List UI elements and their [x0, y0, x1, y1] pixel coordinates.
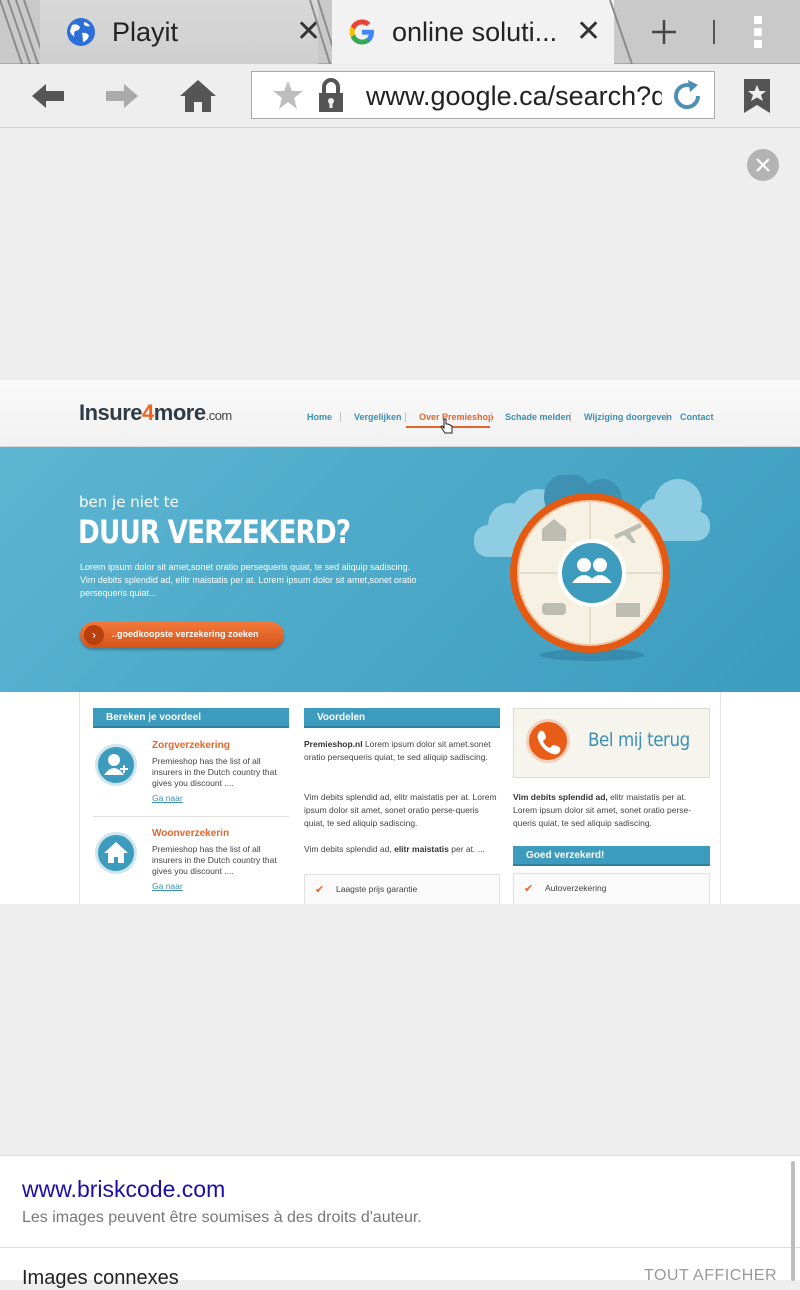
close-viewer-button[interactable] — [747, 149, 779, 181]
service-link-zorg: Ga naar — [152, 793, 183, 803]
nav-separator — [666, 412, 667, 422]
cta-label: ..goedkoopste verzekering zoeken — [112, 629, 259, 639]
hero-subtitle: ben je niet te — [79, 493, 179, 511]
site-logo: Insure4more.com — [79, 400, 232, 425]
show-all-button[interactable]: TOUT AFFICHER — [644, 1267, 777, 1285]
nav-vergelijken: Vergelijken — [354, 412, 402, 422]
tab-title-online-solutions: online soluti... — [392, 17, 558, 47]
service-link-woon: Ga naar — [152, 881, 183, 891]
insurance-wheel-illustration — [474, 475, 710, 661]
tab-separator-right — [609, 0, 633, 64]
col3-check-label: Autoverzekering — [545, 883, 607, 893]
close-icon — [756, 158, 770, 172]
url-text[interactable]: www.google.ca/search?q — [366, 81, 662, 112]
nav-over-premieshop: Over Premieshop — [419, 412, 494, 422]
phone-icon — [526, 719, 570, 763]
site-header: Insure4more.com Home Vergelijken Over Pr… — [0, 380, 800, 447]
google-icon — [349, 19, 374, 45]
callback-label: Bel mij terug — [588, 729, 690, 751]
globe-icon — [67, 18, 95, 46]
related-images-label: Images connexes — [22, 1267, 179, 1289]
col2-check-label: Laagste prijs garantie — [336, 884, 418, 894]
nav-separator — [570, 412, 571, 422]
source-link[interactable]: www.briskcode.com — [22, 1176, 225, 1203]
hero-banner: ben je niet te DUUR VERZEKERD? Lorem ips… — [0, 447, 800, 692]
col2-check-item: ✔ Laagste prijs garantie — [304, 874, 500, 904]
checkmark-icon: ✔ — [524, 883, 534, 895]
forward-icon[interactable] — [102, 76, 142, 116]
callback-box: Bel mij terug — [513, 708, 710, 778]
sheet-divider — [0, 1247, 800, 1248]
nav-schade-melden: Schade melden — [505, 412, 572, 422]
col3-paragraph: Vim debits splendid ad, elitr maistatis … — [513, 792, 692, 828]
hero-body: Lorem ipsum dolor sit amet,sonet oratio … — [80, 562, 417, 598]
home-icon[interactable] — [178, 76, 218, 116]
reload-icon[interactable] — [670, 79, 704, 113]
add-user-icon — [95, 744, 137, 786]
nav-wijziging-doorgeven: Wijziging doorgeven — [584, 412, 672, 422]
browser-toolbar: www.google.ca/search?q — [0, 64, 800, 128]
col2-paragraph-1: Premieshop.nl Lorem ipsum dolor sit amet… — [304, 739, 491, 762]
hand-cursor-icon — [440, 418, 453, 434]
star-icon[interactable] — [272, 79, 304, 111]
lock-icon — [319, 78, 343, 112]
tab-title-playit: Playit — [112, 17, 179, 47]
col2-paragraph-3: Vim debits splendid ad, elitr maistatis … — [304, 844, 485, 854]
copyright-note: Les images peuvent être soumises à des d… — [22, 1209, 422, 1226]
scrollbar[interactable] — [791, 1161, 795, 1281]
service-title-zorg: Zorgverzekering — [152, 740, 230, 751]
col3-heading: Goed verzekerd! — [513, 846, 710, 866]
site-content: Bereken je voordeel Zorgverzekering Prem… — [79, 692, 721, 904]
tab-close-online-solutions-icon[interactable]: ✕ — [576, 17, 601, 47]
service-divider — [93, 816, 289, 817]
tab-strip: Playit ✕ online soluti... ✕ — [0, 0, 800, 64]
col2-heading: Voordelen — [304, 708, 500, 728]
nav-separator — [491, 412, 492, 422]
overflow-menu-icon[interactable] — [752, 14, 764, 50]
nav-separator — [405, 412, 406, 422]
service-text-zorg: Premieshop has the list of all insurers … — [152, 756, 277, 788]
back-icon[interactable] — [28, 76, 68, 116]
hero-title: DUUR VERZEKERD? — [78, 513, 351, 551]
col1-heading: Bereken je voordeel — [93, 708, 289, 728]
strip-divider — [713, 20, 715, 44]
checkmark-icon: ✔ — [315, 884, 325, 896]
image-info-sheet: www.briskcode.com Les images peuvent êtr… — [0, 1155, 800, 1289]
address-bar[interactable]: www.google.ca/search?q — [251, 71, 715, 119]
image-preview[interactable]: Insure4more.com Home Vergelijken Over Pr… — [0, 380, 800, 904]
house-icon — [95, 832, 137, 874]
nav-home: Home — [307, 412, 333, 422]
service-text-woon: Premieshop has the list of all insurers … — [152, 844, 277, 876]
cta-button: › ..goedkoopste verzekering zoeken — [80, 622, 284, 648]
tab-playit[interactable]: Playit ✕ — [40, 0, 321, 64]
col3-check-item: ✔ Autoverzekering — [513, 873, 710, 904]
tab-online-solutions[interactable]: online soluti... ✕ — [332, 0, 614, 64]
bookmarks-icon[interactable] — [742, 78, 772, 114]
nav-separator — [340, 412, 341, 422]
nav-contact: Contact — [680, 412, 714, 422]
chevron-right-icon: › — [84, 625, 104, 645]
new-tab-icon[interactable] — [646, 14, 682, 50]
col2-paragraph-2: Vim debits splendid ad, elitr maistatis … — [304, 792, 497, 828]
service-title-woon: Woonverzekerin — [152, 828, 230, 839]
